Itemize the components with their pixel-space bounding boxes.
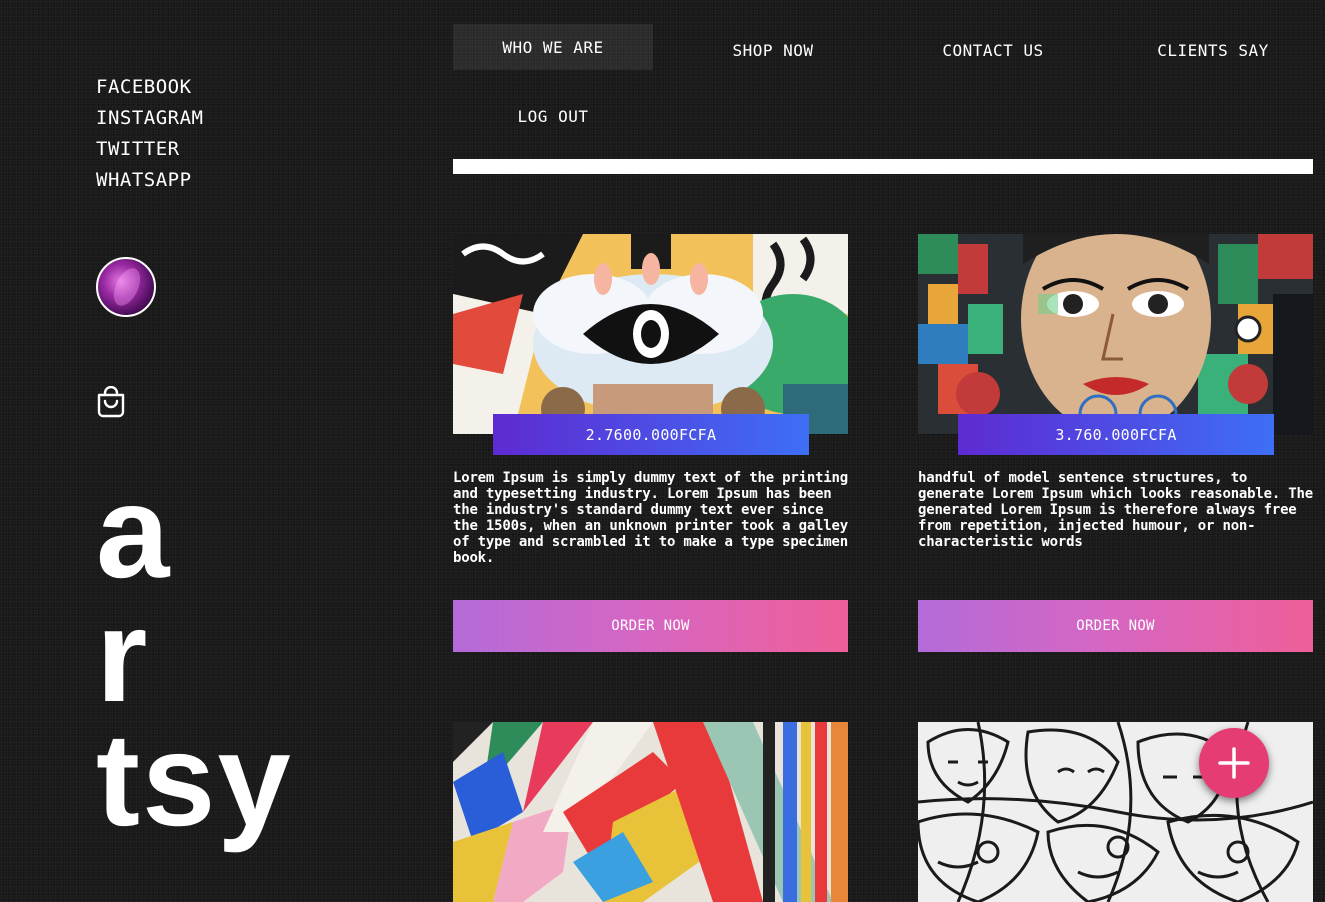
price-tag: 3.760.000FCFA xyxy=(958,414,1274,455)
product-image[interactable] xyxy=(453,722,848,902)
brand-line-1: a xyxy=(96,458,172,605)
facebook-link[interactable]: FACEBOOK xyxy=(96,72,203,103)
header-divider xyxy=(453,159,1313,174)
order-now-button[interactable]: ORDER NOW xyxy=(918,600,1313,652)
product-card: 2.7600.000FCFA Lorem Ipsum is simply dum… xyxy=(453,234,848,652)
avatar[interactable] xyxy=(96,257,156,317)
nav-contact-us[interactable]: CONTACT US xyxy=(893,27,1093,73)
brand-line-2: r xyxy=(96,582,150,729)
product-image[interactable] xyxy=(453,234,848,434)
nav-who-we-are[interactable]: WHO WE ARE xyxy=(453,24,653,70)
social-links: FACEBOOK INSTAGRAM TWITTER WHATSAPP xyxy=(96,72,203,196)
product-description: handful of model sentence structures, to… xyxy=(918,470,1313,550)
product-card xyxy=(453,722,848,902)
shopping-bag-icon[interactable] xyxy=(96,386,126,418)
nav-shop-now[interactable]: SHOP NOW xyxy=(673,27,873,73)
product-description: Lorem Ipsum is simply dummy text of the … xyxy=(453,470,848,566)
plus-icon xyxy=(1218,747,1250,779)
whatsapp-link[interactable]: WHATSAPP xyxy=(96,165,203,196)
product-card: 3.760.000FCFA handful of model sentence … xyxy=(918,234,1313,652)
order-now-button[interactable]: ORDER NOW xyxy=(453,600,848,652)
brand-line-3: tsy xyxy=(96,706,293,853)
nav-log-out[interactable]: LOG OUT xyxy=(453,93,653,139)
nav-clients-say[interactable]: CLIENTS SAY xyxy=(1113,27,1313,73)
price-tag: 2.7600.000FCFA xyxy=(493,414,809,455)
twitter-link[interactable]: TWITTER xyxy=(96,134,203,165)
add-fab-button[interactable] xyxy=(1199,728,1269,798)
instagram-link[interactable]: INSTAGRAM xyxy=(96,103,203,134)
product-image[interactable] xyxy=(918,234,1313,434)
brand-logo: a r tsy xyxy=(96,458,293,853)
